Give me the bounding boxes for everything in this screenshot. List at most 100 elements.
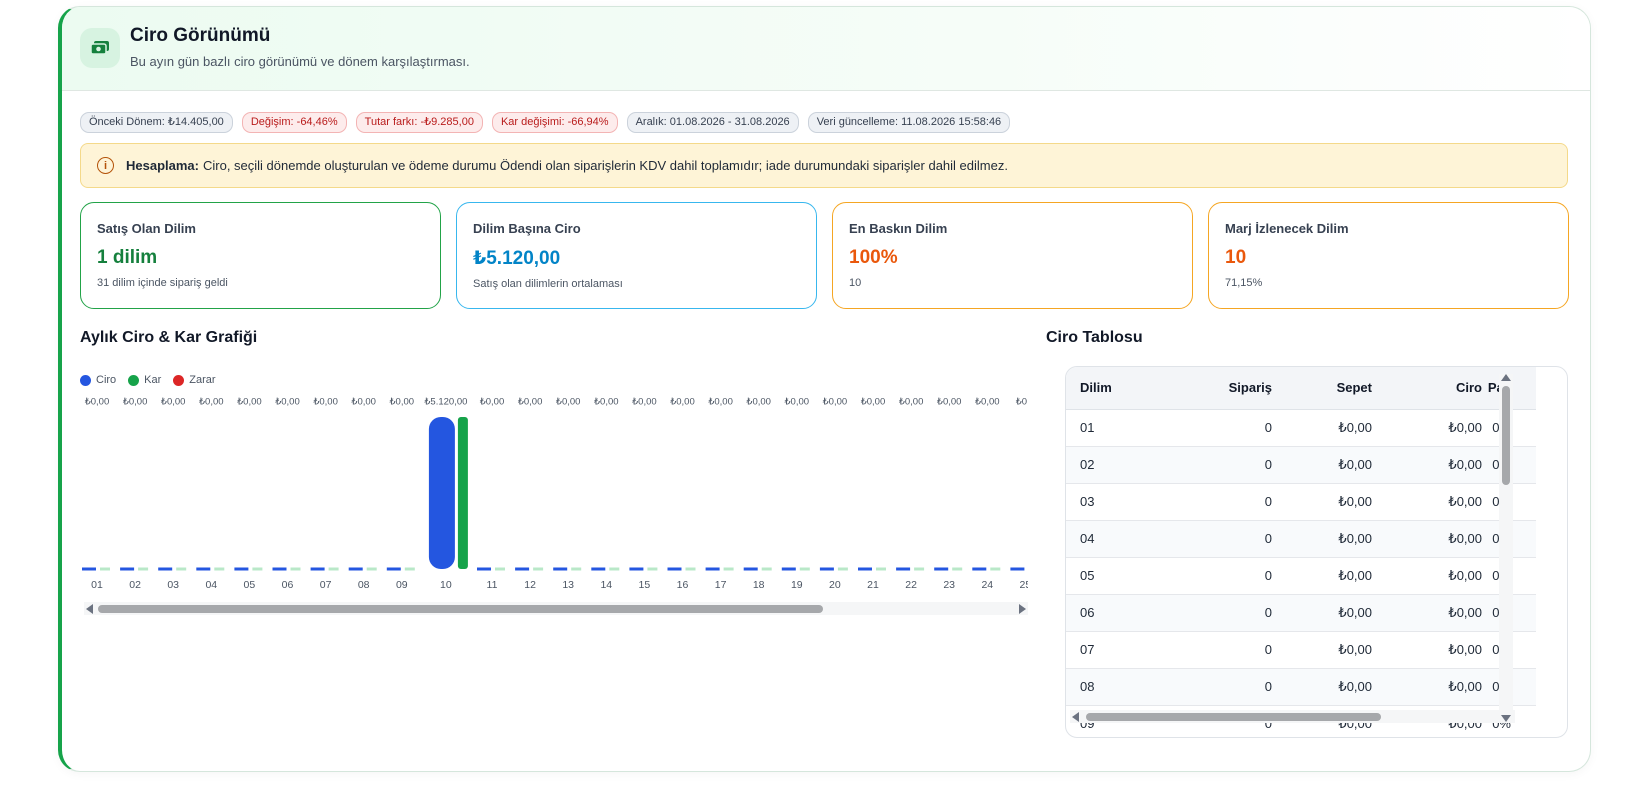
scroll-right-icon[interactable] [1019,604,1026,614]
kpi-title: Satış Olan Dilim [97,221,196,236]
bar-value-label: ₺0,00 [556,397,581,407]
chart-section-title: Aylık Ciro & Kar Grafiği [80,329,258,346]
column-header-dilim[interactable]: Dilim [1066,367,1162,410]
legend-swatch-kar [128,374,140,386]
table-cell: ₺0,00 [1272,668,1372,706]
column-header-ciro[interactable]: Ciro [1372,367,1482,410]
scroll-down-icon[interactable] [1501,715,1511,722]
table-cell: 06 [1066,594,1162,632]
x-tick-label: 24 [981,579,993,591]
legend-zarar[interactable]: Zarar [173,374,216,386]
column-header-sepet[interactable]: Sepet [1272,367,1372,410]
table-cell: 02 [1066,446,1162,484]
table-vertical-scrollbar[interactable] [1499,374,1513,722]
badge-previous-period: Önceki Dönem: ₺14.405,00 [80,112,233,133]
kpi-card-dominant-slot: En Baskın Dilim 100% 10 [832,202,1193,309]
bar-value-label: ₺0,00 [275,397,300,407]
kpi-value: 1 dilim [97,247,158,268]
table-cell: 0 [1162,446,1272,484]
bar-value-label: ₺0,00 [313,397,338,407]
kpi-subtext: Satış olan dilimlerin ortalaması [473,278,623,290]
scrollbar-thumb[interactable] [1502,386,1510,485]
table-row: 070₺0,00₺0,000% [1066,631,1536,669]
table-horizontal-scrollbar[interactable] [1070,710,1515,723]
table-cell: ₺0,00 [1272,520,1372,558]
calculation-info: i Hesaplama: Ciro, seçili dönemde oluştu… [80,143,1568,188]
table-row: 040₺0,00₺0,000% [1066,520,1536,558]
legend-ciro[interactable]: Ciro [80,374,116,386]
bar-value-label: ₺0,00 [480,397,505,407]
bar-value-label: ₺0,00 [785,397,810,407]
scrollbar-thumb[interactable] [98,605,823,613]
legend-kar[interactable]: Kar [128,374,161,386]
table-cell: ₺0,00 [1372,594,1482,632]
table-section-title: Ciro Tablosu [1046,329,1143,346]
table-cell: ₺0,00 [1372,520,1482,558]
bar-value-label: ₺0,00 [899,397,924,407]
bar-value-label: ₺0,00 [708,397,733,407]
table-cell: 03 [1066,483,1162,521]
table-cell: 04 [1066,520,1162,558]
x-tick-label: 19 [791,579,803,591]
chart-legend: Ciro Kar Zarar [80,374,216,386]
legend-label: Ciro [96,374,117,386]
table-cell: ₺0,00 [1372,631,1482,669]
table-cell: ₺0,00 [1372,483,1482,521]
legend-swatch-ciro [80,374,91,386]
kpi-title: En Baskın Dilim [849,221,948,236]
table-cell: ₺0,00 [1272,594,1372,632]
kpi-subtext: 31 dilim içinde sipariş geldi [97,277,228,289]
bar-value-label: ₺0,00 [975,397,1000,407]
table-cell: ₺0,00 [1372,668,1482,706]
kpi-cards: Satış Olan Dilim 1 dilim 31 dilim içinde… [80,202,1569,309]
bar-value-label: ₺0,00 [746,397,771,407]
table-cell: ₺0,00 [1272,483,1372,521]
table-cell: ₺0,00 [1272,409,1372,447]
table-row: 030₺0,00₺0,000% [1066,483,1536,521]
chart-horizontal-scrollbar[interactable] [84,602,1028,615]
badge-amount-diff: Tutar farkı: -₺9.285,00 [355,112,483,133]
x-tick-label: 25 [1020,579,1028,591]
scrollbar-thumb[interactable] [1086,713,1381,721]
legend-swatch-zarar [173,374,185,386]
badge-date-range: Aralık: 01.08.2026 - 31.08.2026 [626,112,799,133]
x-tick-label: 10 [440,579,452,591]
x-tick-label: 02 [129,579,141,591]
revenue-table: Dilim Sipariş Sepet Ciro Pay 010₺0,00₺0,… [1066,367,1536,737]
scroll-left-icon[interactable] [1072,712,1079,722]
table-cell: 0 [1162,557,1272,595]
bar-value-label: ₺0,00 [823,397,848,407]
badge-change: Değişim: -64,46% [241,112,347,133]
x-tick-label: 05 [244,579,256,591]
bar-value-label: ₺0,00 [518,397,543,407]
info-label: Hesaplama: [126,158,199,173]
x-tick-label: 15 [639,579,651,591]
page-subtitle: Bu ayın gün bazlı ciro görünümü ve dönem… [130,54,470,69]
kar-bar [457,417,468,569]
revenue-profit-chart: ₺0,0001₺0,0002₺0,0003₺0,0004₺0,0005₺0,00… [82,397,1028,591]
panel-header: Ciro Görünümü Bu ayın gün bazlı ciro gör… [62,7,1590,91]
info-text: Ciro, seçili dönemde oluşturulan ve ödem… [202,158,1008,173]
x-tick-label: 21 [867,579,879,591]
table-row: 060₺0,00₺0,000% [1066,594,1536,632]
page-title: Ciro Görünümü [130,25,271,46]
bar-value-label: ₺5.120,00 [424,397,467,407]
legend-label: Kar [144,374,162,386]
column-header-siparis[interactable]: Sipariş [1162,367,1272,410]
x-tick-label: 23 [943,579,955,591]
table-cell: 0 [1162,409,1272,447]
x-tick-label: 04 [205,579,217,591]
bar-value-label: ₺0,00 [237,397,262,407]
bar-value-label: ₺0,00 [670,397,695,407]
x-tick-label: 07 [320,579,332,591]
info-icon: i [97,157,114,174]
table-cell: ₺0,00 [1272,446,1372,484]
bar-value-label: ₺0,00 [123,397,148,407]
x-tick-label: 09 [396,579,408,591]
scroll-up-icon[interactable] [1501,374,1511,381]
table-cell: ₺0,00 [1272,631,1372,669]
scroll-left-icon[interactable] [86,604,93,614]
bar-value-label: ₺0,00 [161,397,186,407]
bar-value-label: ₺0,00 [632,397,657,407]
x-tick-label: 14 [600,579,612,591]
